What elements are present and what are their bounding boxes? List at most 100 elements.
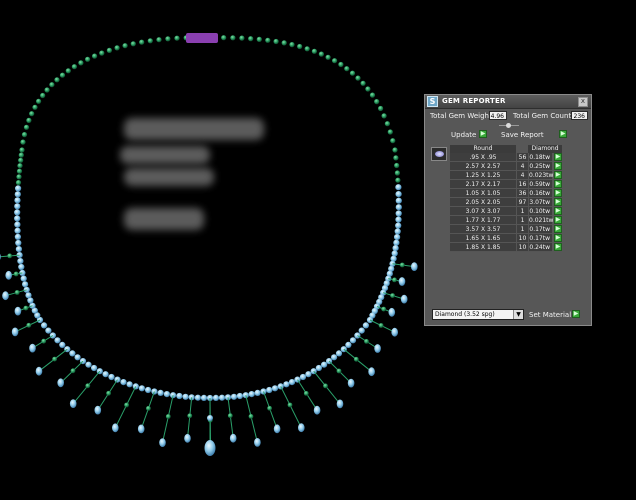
emerald-stone — [227, 413, 233, 419]
report-slider[interactable] — [499, 123, 519, 128]
emerald-stone — [32, 104, 38, 110]
emerald-stone — [187, 413, 193, 419]
round-gem-icon[interactable] — [431, 147, 447, 161]
diamond-drop — [368, 367, 375, 377]
emerald-stone — [336, 368, 342, 374]
diamond-stone — [14, 191, 21, 198]
gem-weight-cell: 0.24tw — [528, 243, 552, 252]
emerald-stone — [221, 35, 227, 41]
row-select-button[interactable]: ▶ — [554, 153, 562, 161]
gem-table-row: 2.05 X 2.05 97 3.07tw ▶ — [450, 198, 574, 207]
set-material-button[interactable]: ▶ — [572, 310, 580, 318]
diamond-drop — [184, 433, 191, 443]
diamond-drop — [35, 366, 43, 376]
diamond-stone — [14, 215, 21, 222]
diamond-stone — [394, 234, 401, 241]
diamond-stone — [17, 258, 24, 265]
diamond-drop — [254, 438, 261, 447]
emerald-stone — [394, 170, 400, 176]
emerald-stone — [71, 64, 77, 70]
emerald-stone — [332, 58, 338, 64]
diamond-drop — [57, 378, 64, 388]
diamond-stone — [182, 393, 189, 400]
diamond-drop — [374, 344, 381, 353]
diamond-stone — [14, 233, 21, 240]
diamond-drop — [313, 405, 321, 415]
diamond-stone — [163, 391, 170, 398]
diamond-stone — [14, 197, 21, 204]
diamond-stone — [15, 185, 22, 192]
material-select[interactable]: Diamond (3.52 spg) ▼ — [432, 309, 524, 320]
diamond-stone — [14, 209, 21, 216]
diamond-stone — [74, 354, 81, 361]
gem-table-row: 1.77 X 1.77 1 0.021tw ▶ — [450, 216, 574, 225]
row-select-button[interactable]: ▶ — [554, 171, 562, 179]
emerald-stone — [7, 253, 13, 259]
row-select-button[interactable]: ▶ — [554, 198, 562, 206]
diamond-stone — [15, 239, 22, 247]
total-gem-weight-value: 4.96 — [489, 111, 507, 120]
gem-count-cell: 36 — [516, 189, 528, 198]
update-button[interactable]: ▶ — [479, 130, 487, 138]
diamond-stone — [358, 327, 365, 334]
emerald-stone — [52, 356, 57, 362]
save-report-button[interactable]: ▶ — [559, 130, 567, 138]
emerald-stone — [281, 40, 287, 46]
diamond-drop — [273, 424, 281, 434]
diamond-stone — [395, 210, 402, 217]
gem-size-cell: 2.57 X 2.57 — [450, 162, 516, 171]
gem-weight-cell: 3.07tw — [528, 198, 552, 207]
emerald-stone — [23, 124, 30, 130]
emerald-stone — [156, 37, 162, 43]
diamond-drop — [2, 291, 9, 301]
diamond-stone — [305, 371, 312, 378]
diamond-stone — [14, 221, 21, 228]
diamond-stone — [14, 203, 21, 210]
diamond-drop — [391, 327, 399, 337]
close-button[interactable]: x — [578, 97, 588, 107]
center-diamond-drop — [204, 440, 216, 456]
emerald-stone — [304, 46, 310, 52]
emerald-stone — [85, 383, 91, 389]
row-select-button[interactable]: ▶ — [554, 162, 562, 170]
panel-titlebar[interactable]: S GEM REPORTER x — [425, 95, 591, 109]
gem-table-row: .95 X .95 56 0.18tw ▶ — [450, 153, 574, 162]
row-select-button[interactable]: ▶ — [554, 225, 562, 233]
row-select-button[interactable]: ▶ — [554, 207, 562, 215]
diamond-stone — [331, 354, 338, 361]
chevron-down-icon[interactable]: ▼ — [513, 310, 523, 319]
emerald-stone — [16, 174, 22, 180]
emerald-stone — [256, 36, 262, 43]
diamond-stone — [236, 392, 243, 400]
gem-table-row: 1.05 X 1.05 36 0.16tw ▶ — [450, 189, 574, 198]
save-report-label: Save Report — [501, 131, 544, 139]
row-select-button[interactable]: ▶ — [554, 234, 562, 242]
blurred-text — [124, 208, 204, 230]
emerald-stone — [44, 87, 50, 93]
diamond-stone — [138, 385, 145, 392]
diamond-stone — [108, 373, 115, 381]
diamond-stone — [200, 394, 208, 401]
emerald-stone — [26, 117, 32, 123]
necklace-model — [0, 35, 418, 456]
row-select-button[interactable]: ▶ — [554, 180, 562, 188]
emerald-stone — [106, 47, 112, 54]
emerald-stone — [78, 60, 84, 66]
diamond-drop — [94, 405, 102, 415]
row-select-button[interactable]: ▶ — [554, 243, 562, 251]
diamond-stone — [69, 350, 76, 357]
gem-table-row: 1.65 X 1.65 10 0.17tw ▶ — [450, 234, 574, 243]
row-select-button[interactable]: ▶ — [554, 189, 562, 197]
diamond-stone — [85, 361, 92, 368]
gem-reporter-panel: S GEM REPORTER x Total Gem Weight 4.96 T… — [424, 94, 592, 326]
gem-count-cell: 10 — [516, 243, 528, 252]
emerald-stone — [248, 36, 254, 42]
emerald-stone — [325, 54, 331, 60]
emerald-stone — [36, 98, 42, 104]
emerald-stone — [146, 406, 151, 411]
diamond-stone — [157, 389, 164, 396]
diamond-stone — [230, 393, 238, 400]
gem-weight-cell: 0.10tw — [528, 207, 552, 216]
emerald-stone — [349, 70, 356, 76]
row-select-button[interactable]: ▶ — [554, 216, 562, 224]
